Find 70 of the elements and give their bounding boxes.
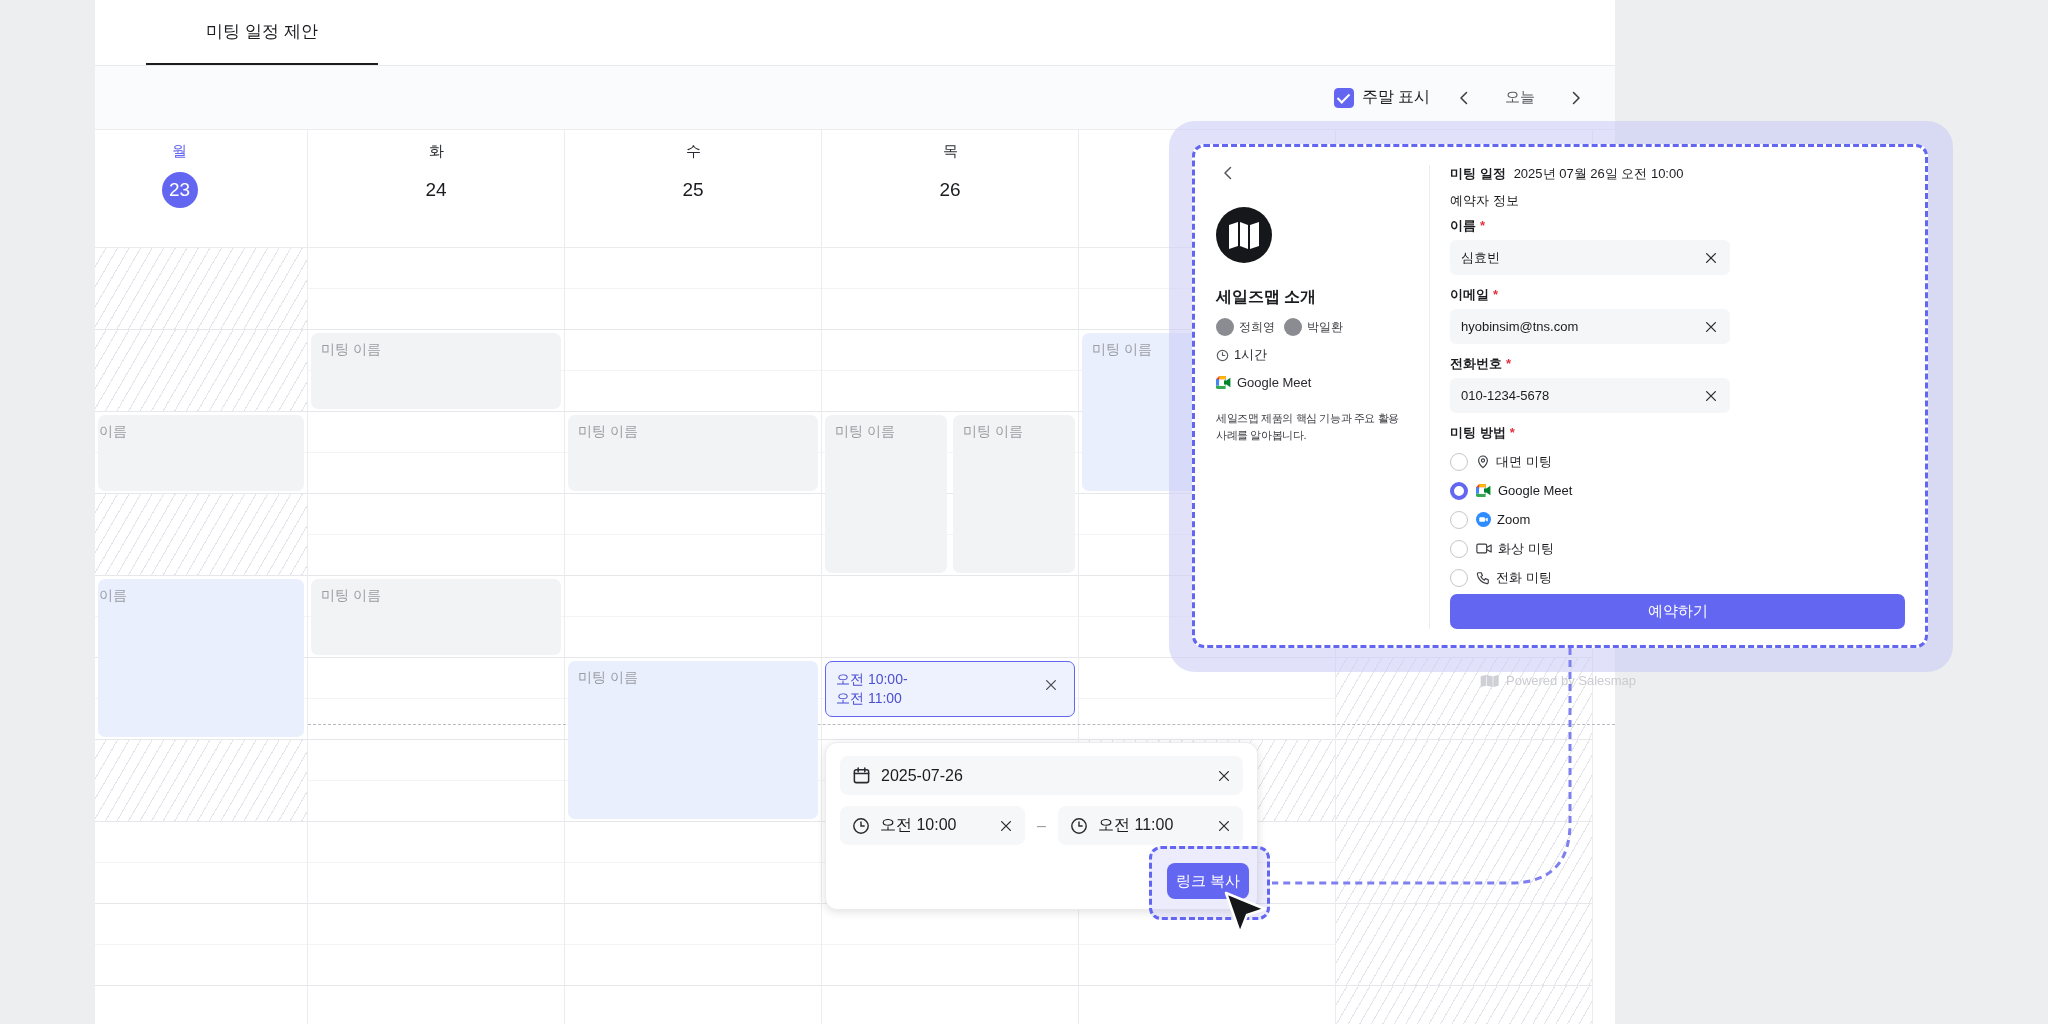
weekday-label: 수 xyxy=(685,142,701,161)
radio-label[interactable]: Google Meet xyxy=(1498,483,1573,498)
weekday-label: 목 xyxy=(942,142,958,161)
host-name: 정희영 xyxy=(1239,318,1275,336)
video-camera-icon xyxy=(1476,512,1491,527)
checkbox-label[interactable]: 주말 표시 xyxy=(1361,87,1430,108)
section-title: 예약자 정보 xyxy=(1450,192,1519,210)
schedule-label: 미팅 일정 xyxy=(1450,165,1506,183)
time-field[interactable]: 오전 11:00 xyxy=(1058,806,1243,845)
weekday-label: 월 xyxy=(172,142,187,161)
phone-icon xyxy=(1476,570,1490,585)
host-name: 박일환 xyxy=(1307,318,1343,336)
radio-label[interactable]: Zoom xyxy=(1497,512,1531,527)
radio-label[interactable]: 대면 미팅 xyxy=(1496,452,1552,471)
range-separator: – xyxy=(1037,816,1046,835)
clock-icon xyxy=(1070,816,1088,835)
field-label: 미팅 방법 xyxy=(1450,425,1506,441)
required-mark: * xyxy=(1509,425,1515,441)
radio-button[interactable] xyxy=(1450,452,1468,471)
location-pin-icon xyxy=(1476,454,1490,469)
radio-button[interactable] xyxy=(1450,510,1468,529)
copy-link-button[interactable]: 링크 복사 xyxy=(1167,863,1249,899)
required-mark: * xyxy=(1506,356,1512,372)
close-icon[interactable] xyxy=(1044,678,1058,692)
date-label[interactable]: 26 xyxy=(932,172,968,208)
field-label: 이메일 xyxy=(1450,287,1489,303)
schedule-value: 2025년 07월 26일 오전 10:00 xyxy=(1513,165,1684,183)
clear-icon[interactable] xyxy=(1704,250,1718,265)
checkbox[interactable] xyxy=(1333,87,1354,108)
date-field[interactable]: 2025-07-26 xyxy=(840,756,1243,795)
date-label[interactable]: 25 xyxy=(675,172,711,208)
logo-icon xyxy=(1216,207,1272,263)
radio-button[interactable] xyxy=(1450,539,1468,558)
time-field[interactable]: 오전 10:00 xyxy=(840,806,1025,845)
location-text: Google Meet xyxy=(1237,375,1312,390)
radio-button[interactable] xyxy=(1450,481,1468,500)
clear-icon[interactable] xyxy=(1704,319,1718,334)
field-label: 이름 xyxy=(1450,218,1476,234)
clear-icon[interactable] xyxy=(999,818,1013,833)
avatar xyxy=(1216,318,1234,336)
logo-icon xyxy=(1480,673,1500,688)
clear-icon[interactable] xyxy=(1704,388,1718,403)
required-mark: * xyxy=(1480,218,1486,234)
time-selection[interactable]: 오전 10:00- 오전 11:00 xyxy=(825,661,1075,717)
field-label: 전화번호 xyxy=(1450,356,1502,372)
selection-time: 오전 10:00- 오전 11:00 xyxy=(836,670,908,708)
book-button[interactable]: 예약하기 xyxy=(1450,594,1905,629)
video-camera-icon xyxy=(1476,542,1492,555)
description: 세일즈맵 제품의 핵심 기능과 주요 활용 사례를 알아봅니다. xyxy=(1216,411,1400,443)
today-button[interactable]: 오늘 xyxy=(1505,88,1535,107)
date-label[interactable]: 23 xyxy=(161,172,198,208)
clear-icon[interactable] xyxy=(1217,768,1231,783)
clock-icon xyxy=(1216,348,1229,362)
radio-label[interactable]: 전화 미팅 xyxy=(1496,568,1552,587)
meeting-title: 세일즈맵 소개 xyxy=(1216,287,1317,307)
weekday-label: 화 xyxy=(428,142,444,161)
avatar xyxy=(1284,318,1302,336)
duration-text: 1시간 xyxy=(1234,346,1268,364)
input-field[interactable]: 010-1234-5678 xyxy=(1450,378,1730,413)
radio-button[interactable] xyxy=(1450,568,1468,587)
clock-icon xyxy=(852,816,870,835)
video-camera-icon xyxy=(1216,376,1232,389)
calendar-icon xyxy=(852,766,871,785)
clear-icon[interactable] xyxy=(1217,818,1231,833)
date-label[interactable]: 24 xyxy=(418,172,454,208)
input-field[interactable]: hyobinsim@tns.com xyxy=(1450,309,1730,344)
input-field[interactable]: 심효빈 xyxy=(1450,240,1730,275)
radio-label[interactable]: 화상 미팅 xyxy=(1498,539,1554,558)
video-camera-icon xyxy=(1476,484,1492,497)
required-mark: * xyxy=(1493,287,1499,303)
